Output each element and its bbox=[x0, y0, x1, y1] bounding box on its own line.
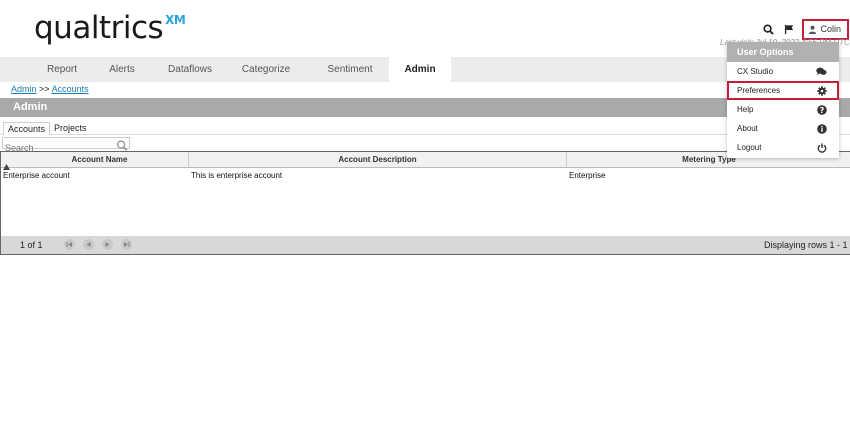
qualtrics-logo: qualtrics XM bbox=[34, 8, 186, 48]
main-nav: Report Alerts Dataflows Categorize Senti… bbox=[0, 57, 850, 82]
logo-wordmark: qualtrics bbox=[34, 10, 164, 46]
breadcrumb-admin-link[interactable]: Admin bbox=[11, 84, 37, 94]
menu-item-label: Help bbox=[737, 105, 754, 114]
page-title: Admin bbox=[0, 98, 850, 117]
menu-item-help[interactable]: Help ? bbox=[727, 100, 839, 119]
pager bbox=[64, 239, 140, 250]
subtab-accounts[interactable]: Accounts bbox=[3, 122, 51, 135]
menu-item-cx-studio[interactable]: CX Studio bbox=[727, 62, 839, 81]
user-icon bbox=[809, 25, 817, 34]
accounts-table: Account Name Account Description Meterin… bbox=[0, 151, 850, 255]
subtab-projects[interactable]: Projects bbox=[50, 122, 91, 135]
breadcrumb-separator: >> bbox=[39, 84, 50, 94]
logo-xm: XM bbox=[165, 13, 186, 27]
prev-page-icon[interactable] bbox=[83, 239, 94, 250]
breadcrumb: Admin >> Accounts bbox=[11, 84, 89, 94]
user-name: Colin bbox=[820, 24, 841, 34]
page-info: 1 of 1 bbox=[20, 240, 43, 250]
table-header: Account Name Account Description Meterin… bbox=[1, 152, 850, 170]
header-actions: Colin bbox=[760, 18, 850, 40]
search-icon[interactable] bbox=[760, 21, 776, 37]
first-page-icon[interactable] bbox=[64, 239, 75, 250]
table-footer: 1 of 1 Displaying rows 1 - 1 of 1 bbox=[1, 236, 850, 254]
svg-text:?: ? bbox=[819, 106, 824, 115]
menu-item-label: Preferences bbox=[737, 86, 781, 95]
tab-admin[interactable]: Admin bbox=[389, 57, 451, 82]
subtabs: Accounts Projects bbox=[3, 122, 91, 135]
menu-item-label: Logout bbox=[737, 143, 762, 152]
subtab-divider bbox=[0, 134, 850, 135]
tab-categorize[interactable]: Categorize bbox=[228, 57, 304, 82]
breadcrumb-accounts-link[interactable]: Accounts bbox=[52, 84, 89, 94]
cell-account-description: This is enterprise account bbox=[191, 171, 283, 180]
flag-icon[interactable] bbox=[781, 21, 797, 37]
user-menu-button[interactable]: Colin bbox=[802, 18, 849, 40]
tab-dataflows[interactable]: Dataflows bbox=[155, 57, 225, 82]
menu-item-label: About bbox=[737, 124, 758, 133]
menu-item-preferences[interactable]: Preferences bbox=[727, 81, 839, 100]
help-icon: ? bbox=[816, 104, 827, 115]
table-row[interactable]: Enterprise account This is enterprise ac… bbox=[1, 169, 850, 182]
user-options-title: User Options bbox=[727, 42, 839, 62]
last-page-icon[interactable] bbox=[121, 239, 132, 250]
gear-icon bbox=[816, 85, 827, 96]
menu-item-logout[interactable]: Logout bbox=[727, 138, 839, 157]
power-icon bbox=[816, 142, 827, 153]
cell-metering-type: Enterprise bbox=[569, 171, 606, 180]
menu-item-about[interactable]: About bbox=[727, 119, 839, 138]
tab-alerts[interactable]: Alerts bbox=[92, 57, 152, 82]
user-options-menu: User Options CX Studio Preferences Help … bbox=[727, 42, 839, 158]
cell-account-name: Enterprise account bbox=[3, 171, 70, 180]
tab-report[interactable]: Report bbox=[32, 57, 92, 82]
menu-item-label: CX Studio bbox=[737, 67, 774, 76]
search-box bbox=[2, 137, 130, 153]
rows-info: Displaying rows 1 - 1 of 1 bbox=[764, 240, 850, 250]
chat-icon bbox=[816, 66, 827, 77]
info-icon bbox=[816, 123, 827, 134]
column-account-name[interactable]: Account Name bbox=[11, 152, 189, 167]
next-page-icon[interactable] bbox=[102, 239, 113, 250]
column-account-description[interactable]: Account Description bbox=[189, 152, 567, 167]
tab-sentiment[interactable]: Sentiment bbox=[315, 57, 385, 82]
